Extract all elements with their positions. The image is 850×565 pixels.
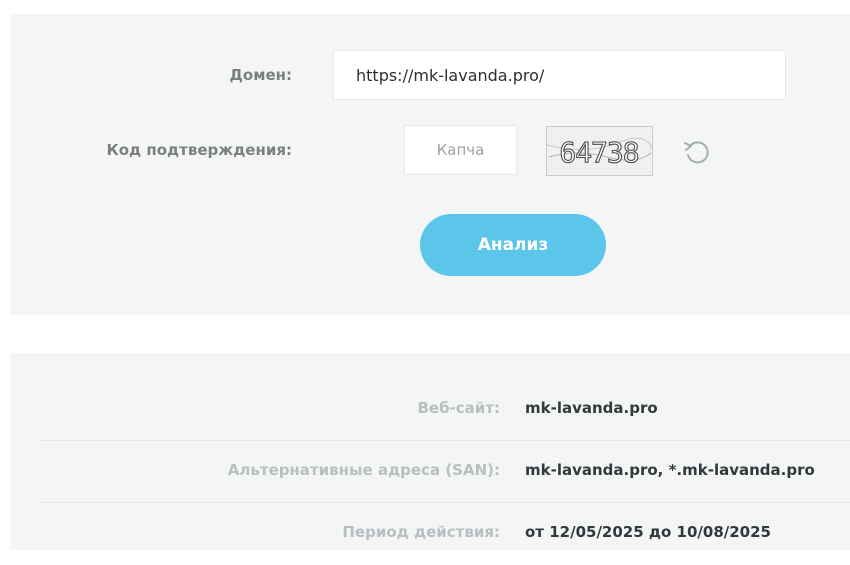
result-label: Альтернативные адреса (SAN): <box>227 461 500 479</box>
captcha-label: Код подтверждения: <box>106 141 292 159</box>
result-label: Период действия: <box>342 523 500 541</box>
refresh-icon[interactable] <box>682 137 712 165</box>
domain-label: Домен: <box>229 66 292 84</box>
result-row-san: Альтернативные адреса (SAN): mk-lavanda.… <box>40 441 850 503</box>
result-value: mk-lavanda.pro <box>525 399 658 417</box>
captcha-input[interactable] <box>404 125 517 175</box>
analysis-form-panel: Домен: Код подтверждения: 64738 Анализ <box>10 14 850 315</box>
result-label: Веб-сайт: <box>417 399 500 417</box>
captcha-text: 64738 <box>559 136 638 169</box>
result-value: mk-lavanda.pro, *.mk-lavanda.pro <box>525 461 815 479</box>
captcha-image: 64738 <box>546 126 653 176</box>
domain-input[interactable] <box>333 50 786 100</box>
result-row-website: Веб-сайт: mk-lavanda.pro <box>40 379 850 441</box>
result-value: от 12/05/2025 до 10/08/2025 <box>525 523 771 541</box>
analyze-button[interactable]: Анализ <box>420 214 606 276</box>
result-row-validity: Период действия: от 12/05/2025 до 10/08/… <box>40 503 850 565</box>
captcha-image-graphic: 64738 <box>547 135 652 170</box>
results-panel: Веб-сайт: mk-lavanda.pro Альтернативные … <box>10 353 850 550</box>
